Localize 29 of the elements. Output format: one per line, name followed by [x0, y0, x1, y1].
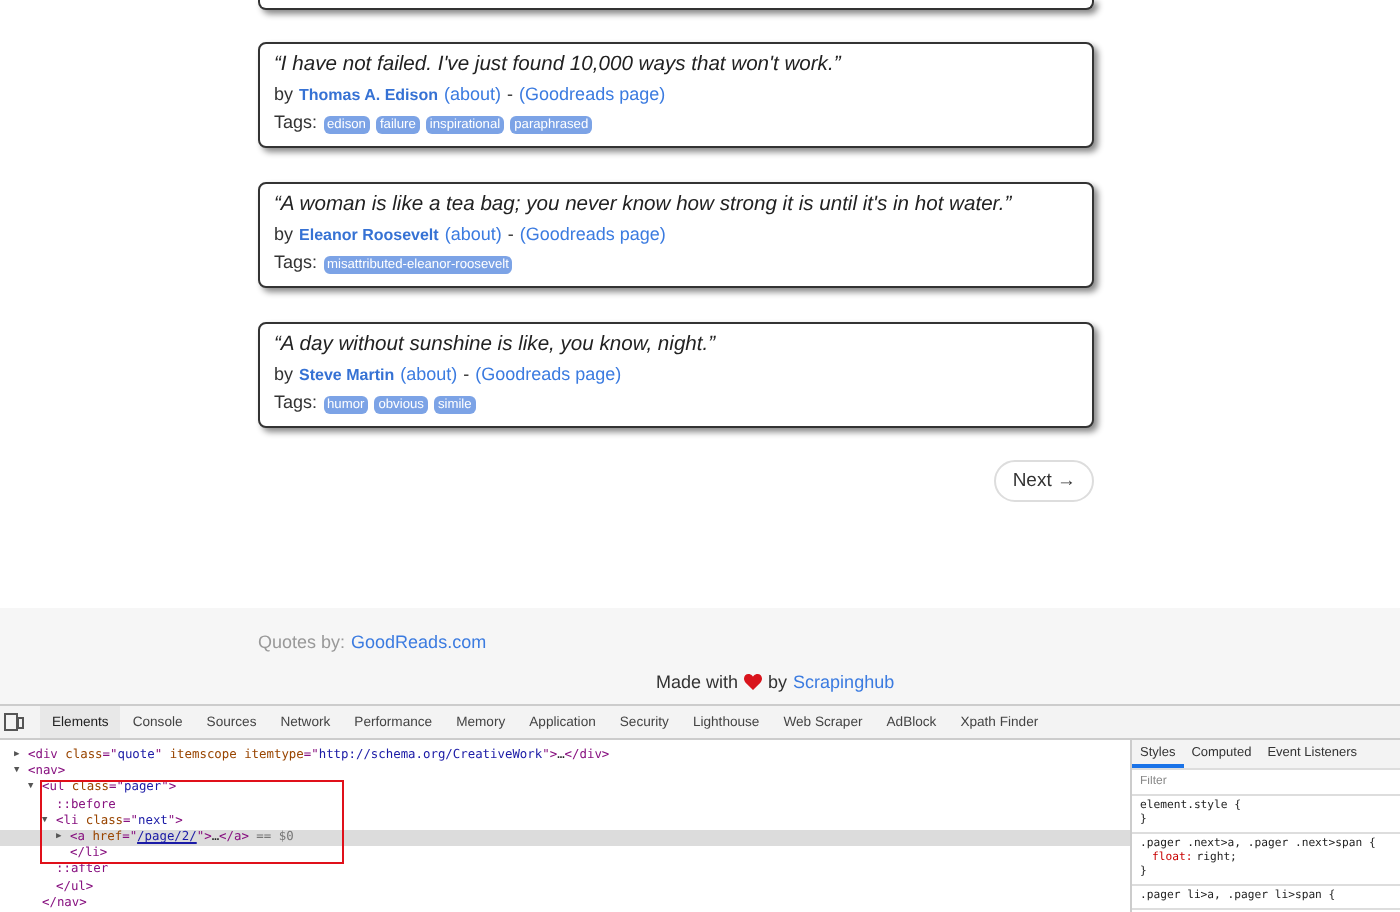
by-label: by [274, 364, 294, 384]
quote-text: “I have not failed. I've just found 10,000 ways that won't work.” [274, 54, 844, 76]
quotes-by-label: Quotes by: [258, 632, 346, 652]
quote-text: “A day without sunshine is like, you know, night.” [274, 334, 718, 356]
tags-label: Tags: [274, 392, 318, 412]
about-link[interactable]: (about) [444, 84, 502, 104]
author-name: Thomas A. Edison [299, 86, 439, 104]
by-label: by [274, 84, 294, 104]
tags-label: Tags: [274, 112, 318, 132]
by-label: by [274, 224, 294, 244]
author-name: Eleanor Roosevelt [299, 226, 439, 244]
by-text: by [768, 672, 788, 692]
goodreads-link[interactable]: GoodReads.com [351, 632, 487, 652]
about-link[interactable]: (about) [444, 224, 502, 244]
separator-text: - [507, 84, 514, 104]
goodreads-link[interactable]: (Goodreads page) [519, 224, 666, 244]
separator-text: - [463, 364, 470, 384]
heart-icon [744, 674, 763, 690]
made-with-text: Made with [656, 672, 739, 692]
quote-text: “A woman is like a tea bag; you never know how strong it is until it's in hot water.” [274, 194, 1014, 216]
next-button[interactable]: Next → [994, 460, 1094, 502]
scrapinghub-link[interactable]: Scrapinghub [793, 672, 895, 692]
about-link[interactable]: (about) [400, 364, 458, 384]
tags-label: Tags: [274, 252, 318, 272]
device-toolbar-icon[interactable] [4, 712, 24, 732]
separator-text: - [507, 224, 514, 244]
goodreads-link[interactable]: (Goodreads page) [519, 84, 666, 104]
author-name: Steve Martin [299, 366, 395, 384]
goodreads-link[interactable]: (Goodreads page) [475, 364, 622, 384]
